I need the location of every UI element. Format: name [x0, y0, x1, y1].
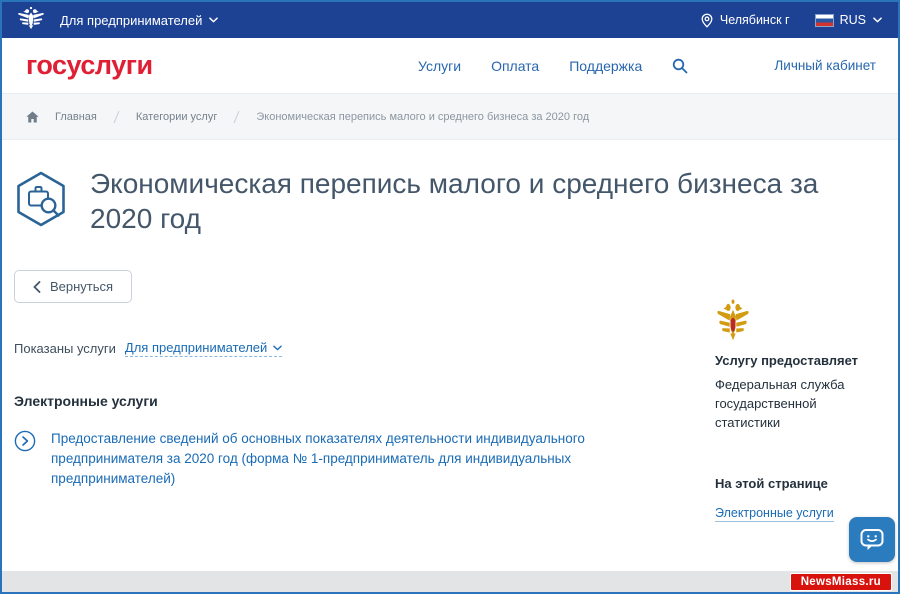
- coat-of-arms-icon: [16, 6, 46, 35]
- category-hexagon-icon: [14, 170, 68, 233]
- search-icon[interactable]: [672, 58, 688, 74]
- chevron-down-icon: [873, 17, 882, 23]
- page-root: Для предпринимателей Челябинск г RUS гос…: [0, 0, 900, 594]
- chevron-down-icon: [209, 17, 219, 23]
- main-content: Экономическая перепись малого и среднего…: [2, 140, 898, 592]
- home-icon[interactable]: [26, 110, 39, 123]
- topbar: Для предпринимателей Челябинск г RUS: [2, 2, 898, 38]
- chevron-down-icon: [273, 345, 283, 351]
- nav-payment[interactable]: Оплата: [491, 58, 539, 74]
- chat-widget-button[interactable]: [849, 517, 895, 562]
- provider-heading: Услугу предоставляет: [715, 353, 859, 368]
- filter-audience-dropdown[interactable]: Для предпринимателей: [124, 340, 283, 357]
- audience-selector[interactable]: Для предпринимателей: [60, 12, 219, 28]
- audience-label: Для предпринимателей: [60, 12, 203, 28]
- language-selector[interactable]: RUS: [814, 13, 882, 27]
- back-button-label: Вернуться: [50, 279, 114, 294]
- breadcrumb-separator: [233, 110, 240, 123]
- back-button[interactable]: Вернуться: [14, 270, 133, 303]
- language-label: RUS: [839, 13, 866, 27]
- nav-support[interactable]: Поддержка: [569, 58, 642, 74]
- location-pin-icon: [701, 13, 713, 28]
- provider-name: Федеральная служба государственной стати…: [715, 377, 845, 430]
- nav-services[interactable]: Услуги: [418, 58, 461, 74]
- chevron-left-icon: [33, 280, 41, 293]
- breadcrumb-categories[interactable]: Категории услуг: [136, 111, 217, 123]
- page-title: Экономическая перепись малого и среднего…: [90, 168, 819, 234]
- main-nav: Услуги Оплата Поддержка: [418, 38, 688, 93]
- site-header: госуслуги Услуги Оплата Поддержка Личный…: [2, 38, 898, 94]
- breadcrumb: Главная Категории услуг Экономическая пе…: [2, 94, 898, 140]
- service-link[interactable]: Предоставление сведений об основных пока…: [51, 429, 626, 489]
- location-label: Челябинск г: [719, 13, 790, 27]
- watermark: NewsMiass.ru: [789, 572, 892, 591]
- breadcrumb-separator: [113, 110, 120, 123]
- chat-smiley-icon: [860, 528, 884, 550]
- sidebar: Услугу предоставляет Федеральная служба …: [715, 298, 893, 522]
- personal-account-link[interactable]: Личный кабинет: [774, 58, 876, 73]
- russian-flag-icon: [814, 13, 834, 27]
- on-page-link-electronic-services[interactable]: Электронные услуги: [715, 506, 834, 522]
- filter-label: Показаны услуги: [14, 341, 116, 356]
- on-this-page-heading: На этой странице: [715, 476, 828, 491]
- circle-arrow-icon: [14, 430, 36, 457]
- provider-coat-of-arms-icon: [715, 299, 751, 345]
- bottom-strip: NewsMiass.ru: [2, 571, 898, 592]
- gosuslugi-logo[interactable]: госуслуги: [26, 50, 153, 81]
- filter-value: Для предпринимателей: [124, 340, 268, 355]
- location-selector[interactable]: Челябинск г: [701, 13, 790, 28]
- breadcrumb-home[interactable]: Главная: [55, 111, 97, 123]
- breadcrumb-current: Экономическая перепись малого и среднего…: [256, 110, 590, 123]
